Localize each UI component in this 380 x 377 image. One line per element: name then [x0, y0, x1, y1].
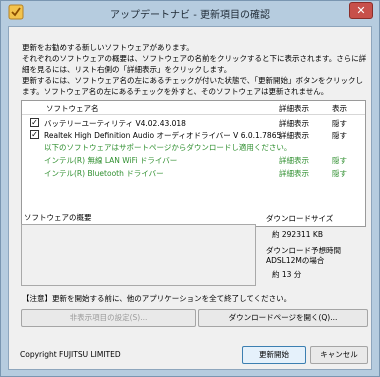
- software-row-intel-wifi[interactable]: インテル(R) 無線 LAN WiFi ドライバー 詳細表示 隠す: [22, 154, 365, 166]
- warning-notice: 【注意】更新を開始する前に、他のアプリケーションを全て終了してください。: [22, 294, 292, 303]
- cancel-button[interactable]: キャンセル: [310, 346, 368, 364]
- download-time-condition: ADSL12Mの場合: [266, 256, 325, 265]
- detail-link[interactable]: 詳細表示: [279, 168, 309, 179]
- close-button[interactable]: ✕: [349, 2, 373, 19]
- support-page-note-text: 以下のソフトウェアはサポートページからダウンロードし適用ください。: [44, 143, 292, 152]
- detail-link[interactable]: 詳細表示: [279, 155, 309, 166]
- software-list[interactable]: ソフトウェア名 詳細表示 表示 ✓ バッテリーユーティリティ V4.02.43.…: [21, 100, 366, 227]
- intro-text: 更新をお勧めする新しいソフトウェアがあります。 それぞれのソフトウェアの概要は、…: [22, 42, 367, 97]
- software-row-realtek-audio[interactable]: ✓ Realtek High Definition Audio オーディオドライ…: [22, 129, 365, 141]
- software-name[interactable]: バッテリーユーティリティ V4.02.43.018: [44, 118, 186, 129]
- support-page-note: 以下のソフトウェアはサポートページからダウンロードし適用ください。: [22, 141, 365, 153]
- software-checkbox[interactable]: ✓: [30, 118, 39, 127]
- intro-line-2: それぞれのソフトウェアの概要は、ソフトウェアの名前をクリックすると下に表示されま…: [22, 54, 367, 74]
- download-size-value: 約 292311 KB: [272, 230, 323, 239]
- software-row-battery[interactable]: ✓ バッテリーユーティリティ V4.02.43.018 詳細表示 隠す: [22, 117, 365, 129]
- software-name[interactable]: Realtek High Definition Audio オーディオドライバー…: [44, 130, 281, 141]
- start-update-button[interactable]: 更新開始: [242, 346, 306, 364]
- detail-link[interactable]: 詳細表示: [279, 118, 309, 129]
- update-navi-window: アップデートナビ - 更新項目の確認 ✕ 更新をお勧めする新しいソフトウェアがあ…: [0, 0, 380, 377]
- download-time-value: 約 13 分: [272, 270, 302, 279]
- software-name[interactable]: インテル(R) Bluetooth ドライバー: [44, 168, 164, 179]
- title-bar[interactable]: アップデートナビ - 更新項目の確認 ✕: [1, 1, 379, 26]
- open-download-page-button[interactable]: ダウンロードページを開く(Q)...: [198, 309, 368, 327]
- column-display: 表示: [332, 104, 347, 113]
- column-software-name: ソフトウェア名: [46, 104, 99, 113]
- intro-line-3: 更新するには、ソフトウェア名の左にあるチェックが付いた状態で、「更新開始」ボタン…: [22, 76, 363, 96]
- detail-link[interactable]: 詳細表示: [279, 130, 309, 141]
- hide-link[interactable]: 隠す: [332, 168, 347, 179]
- download-size-label: ダウンロードサイズ: [266, 214, 334, 223]
- hidden-items-settings-button[interactable]: 非表示項目の設定(S)...: [21, 309, 196, 327]
- software-checkbox[interactable]: ✓: [30, 130, 39, 139]
- software-summary-label: ソフトウェアの概要: [24, 213, 92, 222]
- software-row-intel-bluetooth[interactable]: インテル(R) Bluetooth ドライバー 詳細表示 隠す: [22, 167, 365, 179]
- window-title: アップデートナビ - 更新項目の確認: [110, 10, 270, 21]
- column-detail: 詳細表示: [279, 104, 309, 113]
- dialog-content: 更新をお勧めする新しいソフトウェアがあります。 それぞれのソフトウェアの概要は、…: [8, 26, 372, 370]
- hide-link[interactable]: 隠す: [332, 155, 347, 166]
- software-list-header: ソフトウェア名 詳細表示 表示: [22, 101, 365, 115]
- software-name[interactable]: インテル(R) 無線 LAN WiFi ドライバー: [44, 155, 177, 166]
- intro-line-1: 更新をお勧めする新しいソフトウェアがあります。: [22, 43, 194, 52]
- hide-link[interactable]: 隠す: [332, 130, 347, 141]
- software-summary-box: [21, 224, 256, 286]
- copyright-text: Copyright FUJITSU LIMITED: [20, 350, 121, 359]
- hide-link[interactable]: 隠す: [332, 118, 347, 129]
